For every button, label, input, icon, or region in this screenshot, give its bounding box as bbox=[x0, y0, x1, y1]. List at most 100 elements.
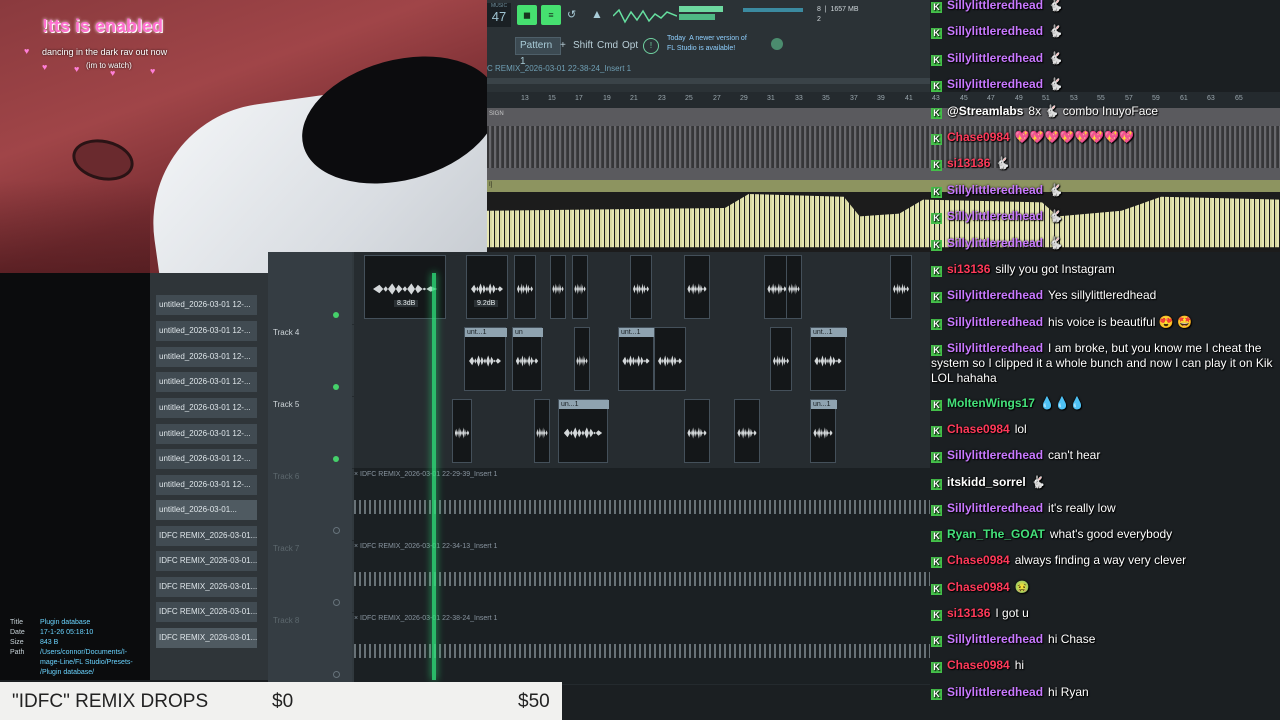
audio-clip[interactable] bbox=[654, 327, 686, 391]
audio-clip[interactable] bbox=[574, 327, 590, 391]
track-header[interactable]: Track 8 bbox=[268, 612, 352, 684]
chat-message: K Chase0984 💖💖💖💖💖💖💖💖 bbox=[931, 130, 1276, 145]
opt-button[interactable]: Opt bbox=[622, 40, 638, 51]
browser-item[interactable]: IDFC REMIX_2026-03-01... bbox=[156, 526, 257, 546]
audio-clip[interactable] bbox=[452, 399, 472, 463]
audio-clip[interactable]: unt...1 bbox=[810, 327, 847, 391]
chat-text: hi bbox=[1014, 658, 1025, 672]
audio-clip[interactable] bbox=[770, 327, 792, 391]
bar-number: 25 bbox=[685, 95, 693, 102]
chat-text: 🐇 bbox=[1030, 475, 1046, 489]
browser-item[interactable]: IDFC REMIX_2026-03-01... bbox=[156, 628, 257, 648]
track-header[interactable]: Track 6 bbox=[268, 468, 352, 540]
audio-clip[interactable]: × IDFC REMIX_2026-03-01 22-34-13_Insert … bbox=[354, 540, 930, 612]
chat-text: 🐇 bbox=[1048, 236, 1063, 250]
audio-clip[interactable]: un...1 bbox=[558, 399, 609, 463]
audio-clip[interactable] bbox=[514, 255, 536, 319]
audio-clip[interactable]: × IDFC REMIX_2026-03-01 22-29-39_Insert … bbox=[354, 468, 930, 540]
track-mute-toggle[interactable] bbox=[333, 599, 340, 606]
playlist-track[interactable]: Track 5 un...1 un...1 bbox=[268, 396, 930, 469]
kick-badge-icon: K bbox=[931, 426, 942, 437]
browser-item[interactable]: untitled_2026-03-01 12-... bbox=[156, 295, 257, 315]
playlist-track[interactable]: 8.3dB 9.2dB bbox=[268, 252, 930, 325]
track-header[interactable]: Track 5 bbox=[268, 396, 352, 468]
chat-text: 💖💖💖💖💖💖💖💖 bbox=[1014, 130, 1135, 144]
browser-item[interactable]: untitled_2026-03-01 12-... bbox=[156, 398, 257, 418]
track-mute-toggle[interactable] bbox=[333, 384, 339, 390]
audio-clip[interactable]: un bbox=[512, 327, 543, 391]
browser-item[interactable]: untitled_2026-03-01 12-... bbox=[156, 475, 257, 495]
audio-clip[interactable]: un...1 bbox=[810, 399, 837, 463]
audio-clip[interactable] bbox=[534, 399, 550, 463]
track-lane[interactable]: × IDFC REMIX_2026-03-01 22-34-13_Insert … bbox=[354, 540, 930, 612]
browser-item[interactable]: untitled_2026-03-01 12-... bbox=[156, 347, 257, 367]
track-mute-toggle[interactable] bbox=[333, 312, 339, 318]
playlist-track[interactable]: Track 4 unt...1 un unt...1 unt...1 bbox=[268, 324, 930, 397]
update-icon[interactable] bbox=[771, 38, 783, 50]
chat-username: Sillylittleredhead bbox=[947, 51, 1044, 65]
chat-message: K Sillylittleredhead 🐇 bbox=[931, 183, 1276, 198]
audio-clip[interactable] bbox=[684, 255, 710, 319]
track-lane[interactable]: 8.3dB 9.2dB bbox=[354, 252, 930, 324]
waveform bbox=[574, 283, 586, 295]
audio-clip[interactable] bbox=[572, 255, 588, 319]
browser-item[interactable]: IDFC REMIX_2026-03-01... bbox=[156, 551, 257, 571]
pattern-selector[interactable]: Pattern 1 bbox=[515, 37, 561, 67]
chat-username: Chase0984 bbox=[947, 130, 1010, 144]
audio-clip[interactable]: unt...1 bbox=[464, 327, 507, 391]
chat-text: lol bbox=[1014, 422, 1027, 436]
file-browser: untitled_2026-03-01 12-... untitled_2026… bbox=[150, 273, 268, 680]
track-lane[interactable]: × IDFC REMIX_2026-03-01 22-38-24_Insert … bbox=[354, 612, 930, 684]
audio-clip[interactable]: × IDFC REMIX_2026-03-01 22-38-24_Insert … bbox=[354, 612, 930, 684]
news-icon[interactable]: ! bbox=[643, 38, 659, 54]
playlist-track[interactable]: Track 7 × IDFC REMIX_2026-03-01 22-34-13… bbox=[268, 540, 930, 613]
shift-button[interactable]: Shift bbox=[573, 40, 593, 51]
heart-icon: ♥ bbox=[24, 46, 30, 56]
audio-clip[interactable] bbox=[684, 399, 710, 463]
scrollbar[interactable] bbox=[487, 78, 930, 84]
bar-number: 15 bbox=[548, 95, 556, 102]
browser-item[interactable]: untitled_2026-03-01 12-... bbox=[156, 449, 257, 469]
track-mute-toggle[interactable] bbox=[333, 671, 340, 678]
record-mode-button[interactable]: ◼ bbox=[517, 5, 537, 25]
cmd-button[interactable]: Cmd bbox=[597, 40, 618, 51]
audio-clip[interactable] bbox=[734, 399, 760, 463]
browser-item[interactable]: untitled_2026-03-01 12-... bbox=[156, 424, 257, 444]
waveform bbox=[515, 355, 539, 367]
browser-item[interactable]: IDFC REMIX_2026-03-01... bbox=[156, 602, 257, 622]
add-pattern-button[interactable]: + bbox=[560, 40, 566, 51]
tempo-value: 47 bbox=[491, 9, 507, 24]
browser-item[interactable]: untitled_2026-03-01 12-... bbox=[156, 372, 257, 392]
audio-clip[interactable] bbox=[786, 255, 802, 319]
chat-username: Chase0984 bbox=[947, 658, 1010, 672]
chat-message: K Sillylittleredhead hi Ryan bbox=[931, 685, 1276, 700]
audio-clip[interactable]: unt...1 bbox=[618, 327, 655, 391]
track-header[interactable]: Track 7 bbox=[268, 540, 352, 612]
audio-clip[interactable] bbox=[890, 255, 912, 319]
track-mute-toggle[interactable] bbox=[333, 527, 340, 534]
browser-item[interactable]: untitled_2026-03-01... bbox=[156, 500, 257, 520]
playlist-track[interactable]: Track 8 × IDFC REMIX_2026-03-01 22-38-24… bbox=[268, 612, 930, 685]
track-lane[interactable]: un...1 un...1 bbox=[354, 396, 930, 468]
audio-clip[interactable] bbox=[466, 255, 508, 319]
metronome-icon[interactable]: ▲ bbox=[591, 7, 603, 21]
song-mode-button[interactable]: ≡ bbox=[541, 5, 561, 25]
browser-item[interactable]: IDFC REMIX_2026-03-01... bbox=[156, 577, 257, 597]
chat-text: 🐇 bbox=[1048, 209, 1063, 223]
tempo-display[interactable]: MUSIC 47 bbox=[487, 3, 511, 27]
playlist-track[interactable]: Track 6 × IDFC REMIX_2026-03-01 22-29-39… bbox=[268, 468, 930, 541]
track-header[interactable]: Track 4 bbox=[268, 324, 352, 396]
track-lane[interactable]: × IDFC REMIX_2026-03-01 22-29-39_Insert … bbox=[354, 468, 930, 540]
loop-icon[interactable]: ↺ bbox=[567, 8, 576, 21]
audio-clip[interactable] bbox=[630, 255, 652, 319]
track-mute-toggle[interactable] bbox=[333, 456, 339, 462]
update-notice[interactable]: Today A newer version of FL Studio is av… bbox=[667, 34, 747, 54]
clip-title: × IDFC REMIX_2026-03-01 22-38-24_Insert … bbox=[354, 615, 498, 622]
audio-clip[interactable] bbox=[550, 255, 566, 319]
track-lane[interactable]: unt...1 un unt...1 unt...1 bbox=[354, 324, 930, 396]
waveform bbox=[893, 283, 909, 295]
browser-item[interactable]: untitled_2026-03-01 12-... bbox=[156, 321, 257, 341]
track-header[interactable] bbox=[268, 252, 352, 324]
playhead[interactable] bbox=[432, 273, 436, 680]
clip-title: × IDFC REMIX_2026-03-01 22-34-13_Insert … bbox=[354, 543, 498, 550]
